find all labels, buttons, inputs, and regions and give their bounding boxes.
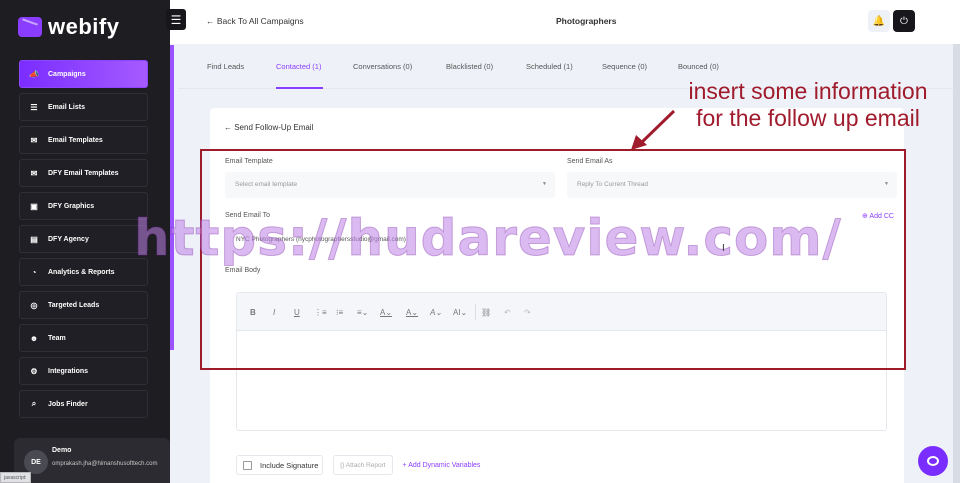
attach-report-button[interactable]: {} Attach Report <box>333 455 393 475</box>
sidebar-scroll-indicator <box>170 45 174 350</box>
sidebar-item-integrations[interactable]: ⚙ Integrations <box>19 357 148 385</box>
sidebar-item-label: Targeted Leads <box>48 301 100 309</box>
form-footer: Include Signature {} Attach Report + Add… <box>236 455 480 475</box>
tab-blacklisted[interactable]: Blacklisted (0) <box>446 62 493 71</box>
sidebar-item-label: Email Templates <box>48 136 103 144</box>
annotation-line-2: for the follow up email <box>696 105 920 131</box>
sidebar-item-label: DFY Email Templates <box>48 169 119 177</box>
target-icon: ◎ <box>30 300 38 310</box>
sidebar-item-label: Email Lists <box>48 103 85 111</box>
pie-chart-icon: ◔ <box>31 267 37 277</box>
search-icon: ⌕ <box>31 399 37 408</box>
sidebar-item-targeted-leads[interactable]: ◎ Targeted Leads <box>19 291 148 319</box>
user-card[interactable]: DE Demo omprakash.jha@himanshusofttech.c… <box>14 438 170 483</box>
sidebar-item-email-lists[interactable]: ☰ Email Lists <box>19 93 148 121</box>
logout-power-icon[interactable]: ⏻ <box>893 10 915 32</box>
sidebar-nav: 📣 Campaigns ☰ Email Lists ✉ Email Templates ✉ D… <box>19 60 148 423</box>
sidebar-item-dfy-email-templates[interactable]: ✉ DFY Email Templates <box>19 159 148 187</box>
sidebar-item-dfy-graphics[interactable]: ▣ DFY Graphics <box>19 192 148 220</box>
browser-status-bar: javascript: <box>0 472 31 483</box>
team-icon: ☻ <box>29 333 39 343</box>
notification-bell-icon[interactable]: 🔔 <box>868 10 890 32</box>
chat-support-button[interactable] <box>918 446 948 476</box>
include-signature-checkbox[interactable]: Include Signature <box>236 455 323 475</box>
tab-find-leads[interactable]: Find Leads <box>207 62 244 71</box>
text-cursor-icon: I <box>722 243 725 254</box>
back-to-campaigns-link[interactable]: ← Back To All Campaigns <box>206 16 304 26</box>
add-dynamic-variables-button[interactable]: + Add Dynamic Variables <box>403 462 481 469</box>
tab-bounced[interactable]: Bounced (0) <box>678 62 719 71</box>
watermark-url: https://hudareview.com/ <box>134 209 842 268</box>
webify-logo[interactable]: webify <box>18 14 119 40</box>
sidebar-item-email-templates[interactable]: ✉ Email Templates <box>19 126 148 154</box>
send-follow-up-title[interactable]: ← Send Follow-Up Email <box>224 123 313 132</box>
megaphone-icon: 📣 <box>29 69 39 79</box>
annotation-line-1: insert some information <box>688 78 928 104</box>
active-tab-underline <box>276 87 323 89</box>
envelope-open-icon: ✉ <box>30 168 38 178</box>
sidebar-item-label: DFY Graphics <box>48 202 95 210</box>
sidebar-item-label: Integrations <box>48 367 89 375</box>
sidebar-item-dfy-agency[interactable]: ▤ DFY Agency <box>19 225 148 253</box>
user-email: omprakash.jha@himanshusofttech.com <box>52 461 158 467</box>
chat-bubble-icon <box>927 456 939 466</box>
tab-contacted[interactable]: Contacted (1) <box>276 62 321 71</box>
hamburger-menu-icon[interactable]: ☰ <box>166 9 186 30</box>
tab-conversations[interactable]: Conversations (0) <box>353 62 412 71</box>
checkbox-icon <box>243 460 252 470</box>
logo-envelope-icon <box>18 17 42 37</box>
sidebar-item-label: Team <box>48 334 66 342</box>
envelope-icon: ✉ <box>30 135 38 145</box>
sidebar-item-jobs-finder[interactable]: ⌕ Jobs Finder <box>19 390 148 418</box>
include-signature-label: Include Signature <box>260 460 319 470</box>
sidebar-item-label: DFY Agency <box>48 235 89 243</box>
sidebar-item-team[interactable]: ☻ Team <box>19 324 148 352</box>
user-name: Demo <box>52 447 72 454</box>
logo-text: webify <box>48 14 120 39</box>
annotation-text: insert some information for the follow u… <box>660 78 956 132</box>
sidebar-item-label: Campaigns <box>48 70 86 78</box>
annotation-arrow-icon <box>631 109 676 150</box>
image-icon: ▣ <box>30 201 38 211</box>
tab-scheduled[interactable]: Scheduled (1) <box>526 62 573 71</box>
page-title: Photographers <box>556 16 617 26</box>
sidebar-item-analytics-reports[interactable]: ◔ Analytics & Reports <box>19 258 148 286</box>
tab-sequence[interactable]: Sequence (0) <box>602 62 647 71</box>
avatar: DE <box>24 450 48 474</box>
list-icon: ☰ <box>30 102 38 112</box>
sidebar-item-campaigns[interactable]: 📣 Campaigns <box>19 60 148 88</box>
integrations-icon: ⚙ <box>30 366 38 376</box>
sidebar-item-label: Jobs Finder <box>48 400 88 408</box>
sidebar-item-label: Analytics & Reports <box>48 268 115 276</box>
briefcase-icon: ▤ <box>30 234 38 244</box>
